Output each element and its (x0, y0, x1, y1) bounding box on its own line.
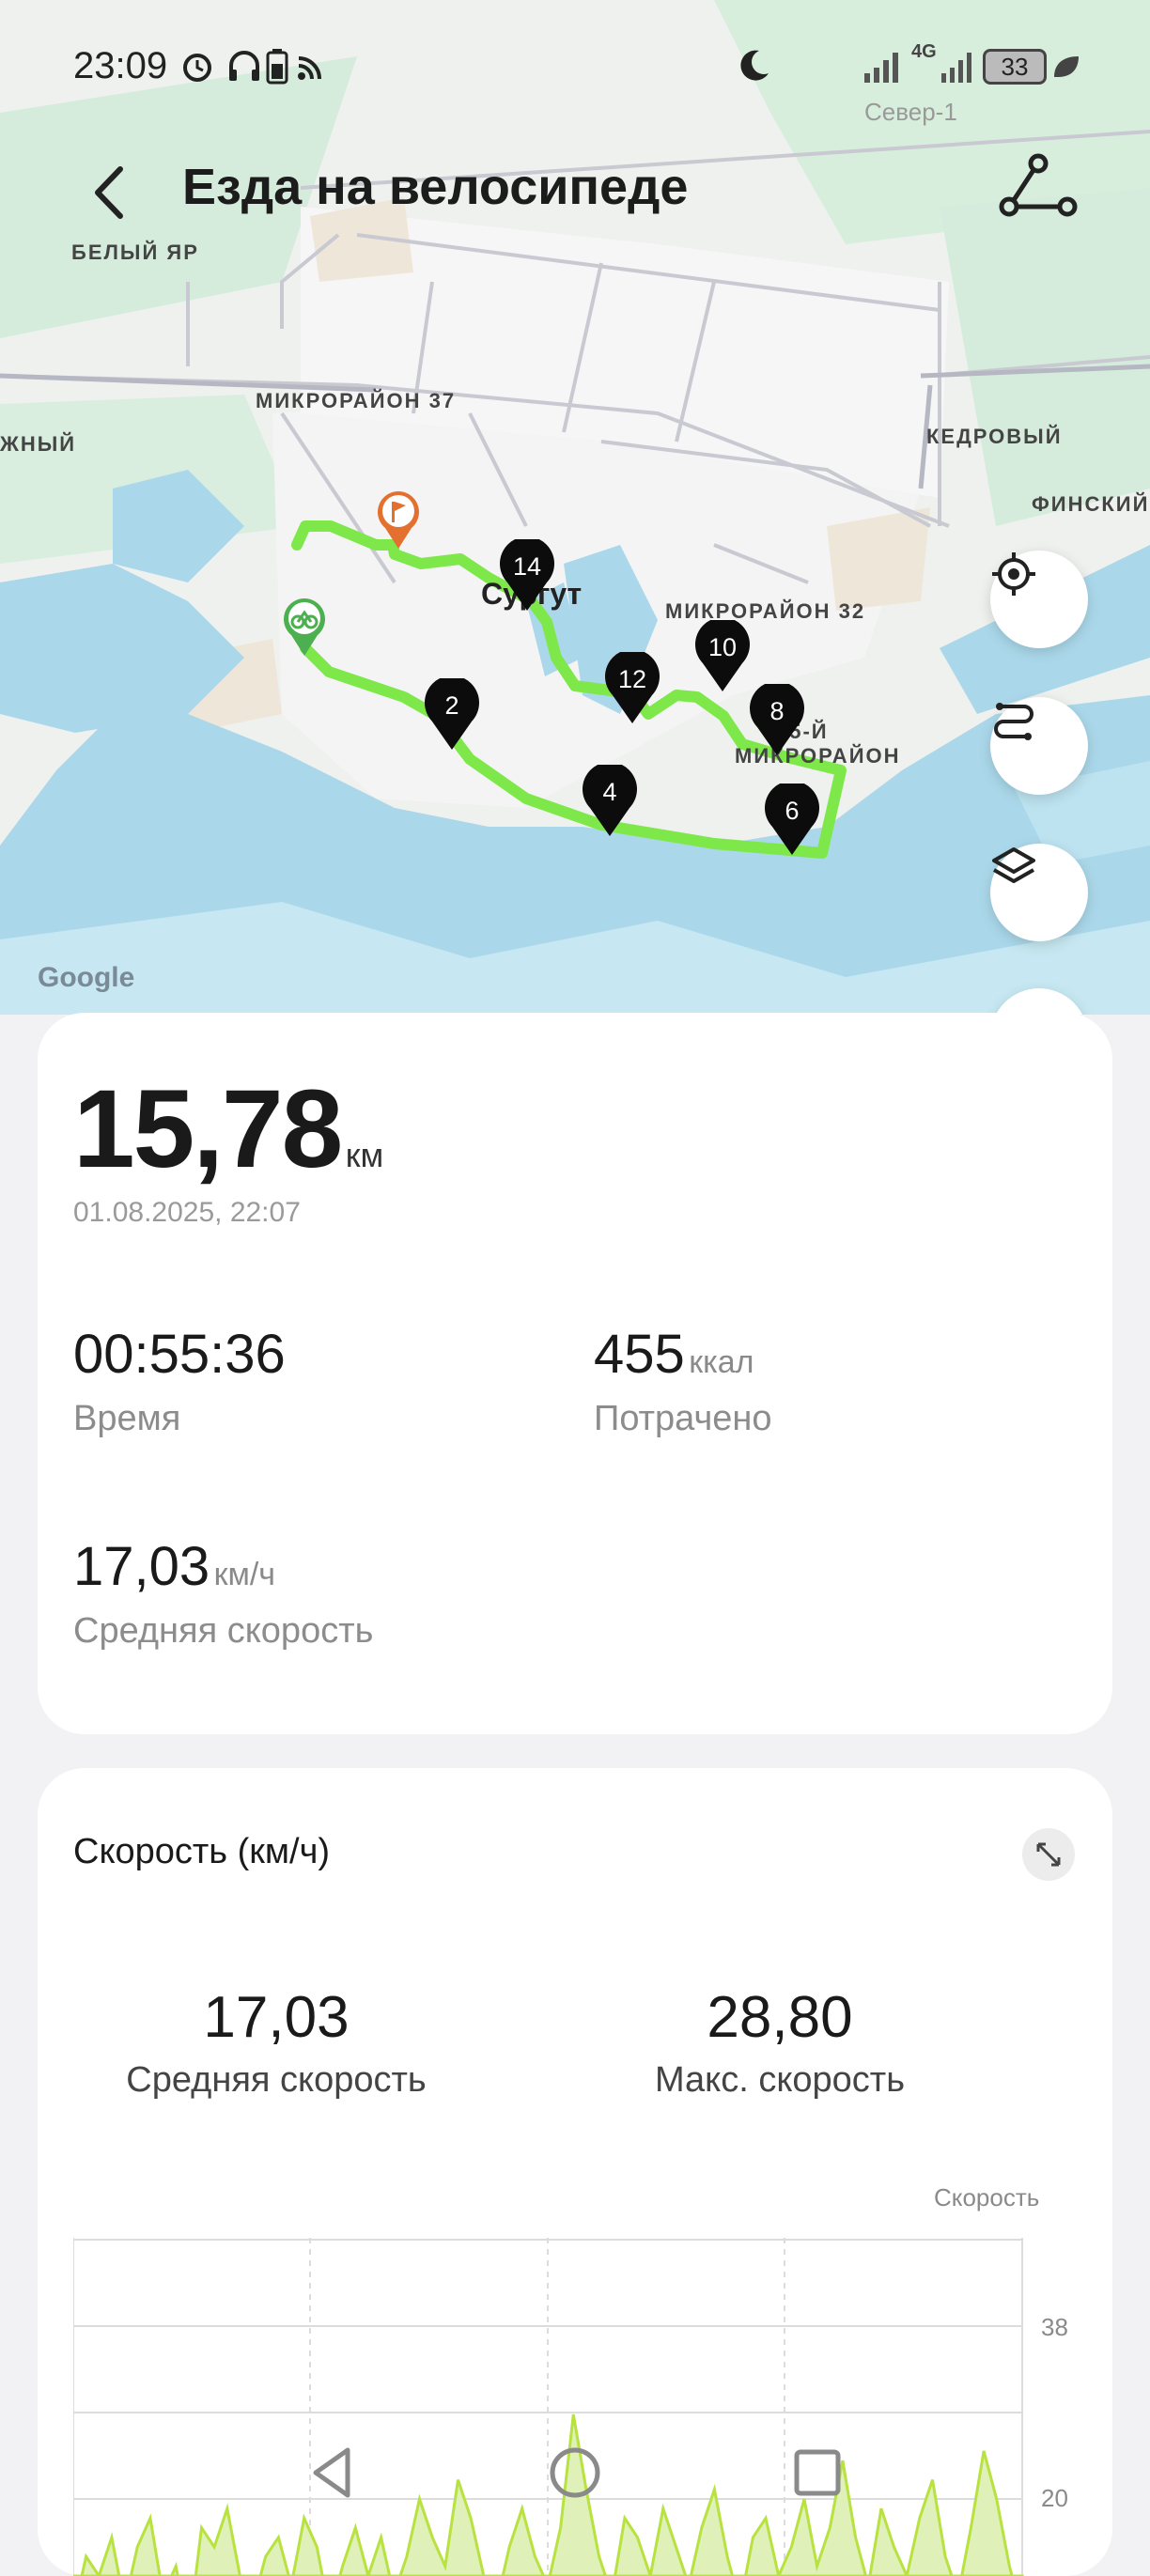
calories-metric: 455 ккал Потрачено (594, 1323, 772, 1439)
map-layers-button[interactable] (990, 844, 1088, 941)
place-label: МИКРОРАЙОН 37 (256, 389, 457, 412)
avg-speed-unit: км/ч (213, 1557, 276, 1592)
km-marker[interactable]: 10 (693, 620, 752, 691)
km-marker[interactable]: 12 (603, 652, 661, 723)
distance-unit: км (345, 1136, 384, 1174)
status-bar: 23:09 4G 33 Север-1 (0, 0, 1150, 132)
home-nav-button[interactable] (545, 2443, 605, 2507)
km-marker[interactable]: 8 (748, 684, 806, 755)
network-type: 4G (911, 41, 937, 62)
duration-value: 00:55:36 (73, 1324, 286, 1385)
square-recents-icon (794, 2449, 841, 2496)
route-map[interactable]: 23:09 4G 33 Север-1 Езда на велосипеде Б… (0, 0, 1150, 1015)
place-label: КЕДРОВЫЙ (926, 425, 1063, 448)
route-icon (999, 153, 1078, 217)
max-speed-stat: 28,80 Макс. скорость (601, 1984, 958, 2101)
layers-icon (992, 847, 1035, 883)
avg-speed-stat-label: Средняя скорость (126, 2060, 427, 2100)
battery-level: 33 (1001, 53, 1029, 81)
calories-label: Потрачено (594, 1399, 772, 1438)
my-location-button[interactable] (990, 551, 1088, 648)
avg-speed-stat: 17,03 Средняя скорость (98, 1984, 455, 2101)
duration-metric: 00:55:36 Время (73, 1323, 286, 1439)
google-logo: Google (38, 962, 135, 993)
expand-icon (1036, 1842, 1061, 1867)
expand-chart-button[interactable] (1022, 1828, 1075, 1881)
calories-value: 455 (594, 1324, 685, 1385)
crosshair-icon (992, 552, 1035, 596)
map-canvas (0, 0, 1150, 1015)
triangle-back-icon (313, 2447, 350, 2498)
max-speed-stat-value: 28,80 (707, 1985, 853, 2050)
km-marker[interactable]: 6 (763, 784, 821, 855)
route-style-button[interactable] (990, 697, 1088, 795)
y-tick-label: 38 (1041, 2313, 1068, 2341)
speed-card-title: Скорость (км/ч) (73, 1832, 331, 1871)
bike-icon (284, 598, 325, 656)
calories-unit: ккал (689, 1344, 754, 1380)
km-marker[interactable]: 14 (498, 539, 556, 611)
avg-speed-stat-value: 17,03 (203, 1985, 350, 2050)
status-time: 23:09 (73, 45, 168, 86)
max-speed-stat-label: Макс. скорость (654, 2060, 906, 2100)
path-icon (994, 703, 1033, 740)
distance-row: 15,78 км (73, 1065, 383, 1193)
page-title: Езда на велосипеде (182, 159, 689, 215)
back-button[interactable] (85, 160, 141, 225)
circle-home-icon (550, 2447, 600, 2498)
carrier-label: Север-1 (864, 98, 957, 126)
place-label: ФИНСКИЙ (1032, 492, 1150, 516)
workout-datetime: 01.08.2025, 22:07 (73, 1197, 301, 1228)
distance-value: 15,78 (73, 1067, 343, 1191)
chevron-left-icon (95, 166, 123, 219)
avg-speed-value: 17,03 (73, 1536, 210, 1597)
battery-icon: 33 (983, 49, 1047, 85)
avg-speed-label: Средняя скорость (73, 1611, 374, 1651)
duration-label: Время (73, 1399, 181, 1438)
km-marker[interactable]: 2 (423, 678, 481, 750)
flag-icon (378, 491, 419, 549)
chart-legend: Скорость (934, 2183, 1040, 2211)
back-nav-button[interactable] (304, 2443, 361, 2507)
navigation-bar (0, 2443, 1150, 2537)
route-share-button[interactable] (996, 150, 1080, 225)
place-label: БЕЛЫЙ ЯР (71, 241, 199, 264)
place-label: ЖНЫЙ (0, 432, 77, 456)
km-marker[interactable]: 4 (581, 765, 639, 836)
summary-card: 15,78 км 01.08.2025, 22:07 00:55:36 Врем… (38, 1013, 1112, 1734)
recents-nav-button[interactable] (787, 2443, 847, 2507)
avg-speed-metric: 17,03 км/ч Средняя скорость (73, 1535, 373, 1652)
